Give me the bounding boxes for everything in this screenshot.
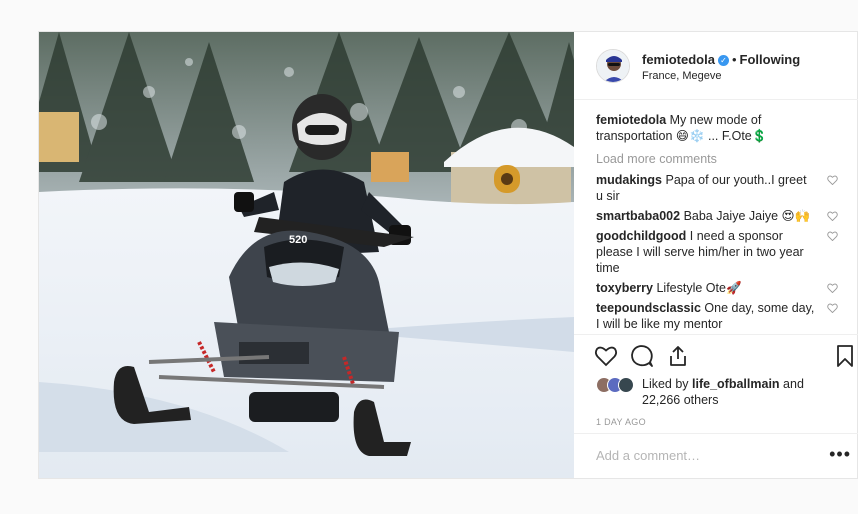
more-options-icon[interactable]: ••• (829, 444, 851, 465)
comment-username[interactable]: toxyberry (596, 281, 653, 295)
snowmobile-photo: 520 (39, 32, 574, 478)
liked-prefix: Liked by (642, 377, 693, 391)
liked-mid: and (779, 377, 804, 391)
post-username[interactable]: femiotedola (642, 52, 715, 67)
liked-by-user[interactable]: life_ofballmain (692, 377, 780, 391)
comment-item: goodchildgood I need a sponsor please I … (596, 228, 846, 276)
caption-username[interactable]: femiotedola (596, 113, 666, 127)
share-icon[interactable] (666, 344, 690, 368)
post-location[interactable]: France, Megeve (642, 70, 721, 82)
following-button[interactable]: Following (740, 52, 801, 67)
verified-badge-icon: ✓ (717, 55, 729, 66)
add-comment-bar: ••• (574, 433, 858, 479)
post-actions: Liked by life_ofballmain and 22,266 othe… (574, 334, 858, 478)
likes-text: Liked by life_ofballmain and 22,266 othe… (642, 376, 842, 408)
separator-dot: • (731, 52, 737, 67)
comment-text: Lifestyle Ote🚀 (656, 281, 742, 295)
post-time[interactable]: 1 DAY AGO (596, 417, 646, 427)
user-line: femiotedola ✓ • Following (642, 52, 800, 67)
post-header: femiotedola ✓ • Following France, Megeve (574, 32, 858, 100)
bookmark-icon[interactable] (833, 344, 857, 368)
small-heart-icon[interactable] (827, 303, 838, 313)
comment-username[interactable]: mudakings (596, 173, 662, 187)
avatar-image (597, 50, 629, 82)
svg-text:520: 520 (289, 234, 307, 246)
comment-item: teepoundsclassic One day, some day, I wi… (596, 300, 846, 332)
likes-count[interactable]: 22,266 others (642, 393, 718, 407)
comment-item: toxyberry Lifestyle Ote🚀 (596, 280, 846, 296)
comments-list[interactable]: femiotedola My new mode of transportatio… (596, 112, 846, 334)
liker-avatar[interactable] (618, 377, 634, 393)
heart-icon[interactable] (594, 344, 618, 368)
comment-username[interactable]: smartbaba002 (596, 209, 680, 223)
post-caption: femiotedola My new mode of transportatio… (596, 112, 846, 144)
load-more-comments-button[interactable]: Load more comments (596, 152, 846, 166)
post-photo[interactable]: 520 (39, 32, 574, 478)
small-heart-icon[interactable] (827, 211, 838, 221)
post-sidebar: femiotedola ✓ • Following France, Megeve fe… (574, 32, 858, 478)
small-heart-icon[interactable] (827, 175, 838, 185)
comment-username[interactable]: teepoundsclassic (596, 301, 701, 315)
comment-username[interactable]: goodchildgood (596, 229, 686, 243)
comment-item: smartbaba002 Baba Jaiye Jaiye 😍🙌 (596, 208, 846, 224)
instagram-post: 520 femiotedola ✓ • Following France, Me… (38, 31, 858, 479)
comment-item: mudakings Papa of our youth..I greet u s… (596, 172, 846, 204)
small-heart-icon[interactable] (827, 283, 838, 293)
avatar[interactable] (596, 49, 630, 83)
comment-text: Baba Jaiye Jaiye 😍🙌 (683, 209, 811, 223)
comment-icon[interactable] (630, 344, 654, 368)
small-heart-icon[interactable] (827, 231, 838, 241)
add-comment-input[interactable] (596, 448, 816, 463)
